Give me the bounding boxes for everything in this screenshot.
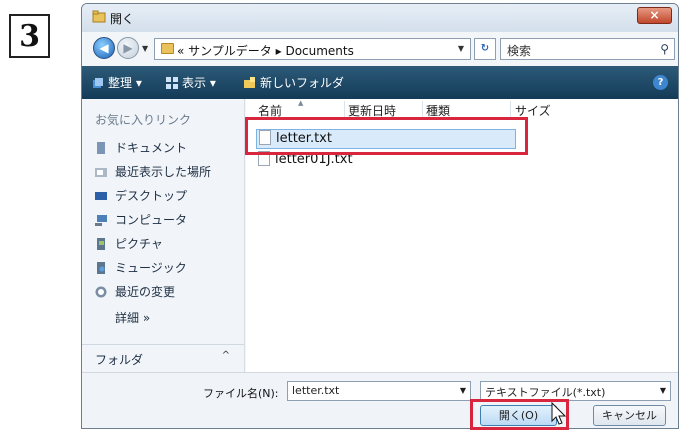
address-bar[interactable]: « サンプルデータ ▸ Documents ▼ xyxy=(154,38,471,60)
back-button[interactable]: ◀ xyxy=(93,37,115,59)
recent-places-icon xyxy=(95,168,107,177)
search-input[interactable]: 検索 ⚲ xyxy=(500,38,675,60)
open-folder-icon xyxy=(92,10,106,23)
more-links-button[interactable]: 詳細 » xyxy=(115,309,150,329)
sidebar-item-documents[interactable]: ドキュメント xyxy=(95,139,187,159)
sidebar-item-desktop[interactable]: デスクトップ xyxy=(95,187,187,207)
view-icon xyxy=(166,77,178,89)
organize-menu[interactable]: 整理 ▾ xyxy=(92,74,142,91)
sidebar-item-label: ピクチャ xyxy=(115,237,163,251)
forward-button[interactable]: ▶ xyxy=(117,37,139,59)
sidebar-item-recent-places[interactable]: 最近表示した場所 xyxy=(95,163,211,183)
step-number-badge: 3 xyxy=(9,14,50,58)
sidebar-item-label: ドキュメント xyxy=(115,141,188,155)
sidebar-item-computer[interactable]: コンピュータ xyxy=(95,211,187,231)
sidebar-item-label: デスクトップ xyxy=(115,189,188,203)
sidebar-item-recent-changes[interactable]: 最近の変更 xyxy=(95,283,175,303)
view-label: 表示 ▾ xyxy=(182,76,216,90)
view-menu[interactable]: 表示 ▾ xyxy=(166,74,216,91)
cancel-button[interactable]: キャンセル xyxy=(593,405,666,426)
pictures-icon xyxy=(97,238,105,250)
mouse-cursor-icon xyxy=(551,402,567,425)
sidebar-item-label: 最近表示した場所 xyxy=(115,165,212,179)
filetype-select[interactable]: テキストファイル(*.txt) ▼ xyxy=(480,381,671,401)
title-bar: 開く × xyxy=(82,4,678,32)
toolbar: 整理 ▾ 表示 ▾ 新しいフォルダ ? xyxy=(82,66,678,99)
sidebar-item-label: 最近の変更 xyxy=(115,285,176,299)
chevron-up-icon: ^ xyxy=(221,350,230,361)
sidebar-item-music[interactable]: ミュージック xyxy=(95,259,187,279)
filename-input[interactable]: letter.txt ▼ xyxy=(287,381,471,401)
filetype-value: テキストファイル(*.txt) xyxy=(485,386,606,399)
folders-label: フォルダ xyxy=(95,353,144,367)
sidebar-item-label: コンピュータ xyxy=(115,213,188,227)
window-title: 開く xyxy=(110,12,135,26)
address-path: « サンプルデータ ▸ Documents xyxy=(177,44,354,58)
navigation-pane: お気に入りリンク ドキュメント 最近表示した場所 デスクトップ コンピュータ ピ… xyxy=(82,99,245,372)
close-button[interactable]: × xyxy=(637,7,672,24)
refresh-icon: ↻ xyxy=(480,43,490,54)
address-dropdown-icon[interactable]: ▼ xyxy=(458,44,464,53)
address-row: ◀ ▶ ▼ « サンプルデータ ▸ Documents ▼ ↻ 検索 ⚲ xyxy=(82,34,678,64)
footer-panel: ファイル名(N): letter.txt ▼ テキストファイル(*.txt) ▼… xyxy=(82,372,678,428)
new-folder-label: 新しいフォルダ xyxy=(260,76,345,90)
sidebar-item-label: ミュージック xyxy=(115,261,187,275)
recent-changes-icon xyxy=(95,286,107,298)
open-file-dialog: 開く × ◀ ▶ ▼ « サンプルデータ ▸ Documents ▼ ↻ 検索 … xyxy=(81,3,679,429)
filename-value: letter.txt xyxy=(292,384,340,397)
more-links-label: 詳細 » xyxy=(115,311,151,325)
search-placeholder: 検索 xyxy=(507,44,532,58)
folder-icon xyxy=(161,43,174,54)
documents-icon xyxy=(97,142,105,154)
help-icon[interactable]: ? xyxy=(653,75,668,90)
step-number: 3 xyxy=(19,18,40,54)
favorites-header: お気に入りリンク xyxy=(95,113,192,127)
folders-toggle[interactable]: フォルダ ^ xyxy=(82,344,245,372)
refresh-button[interactable]: ↻ xyxy=(474,38,496,60)
computer-icon xyxy=(95,215,107,226)
sort-arrow-icon: ▲ xyxy=(298,99,304,107)
new-folder-button[interactable]: 新しいフォルダ xyxy=(244,74,344,91)
new-folder-icon xyxy=(244,77,255,88)
file-highlight-box xyxy=(245,117,528,155)
music-icon xyxy=(97,262,105,274)
sidebar-item-pictures[interactable]: ピクチャ xyxy=(95,235,163,255)
filetype-dropdown-icon: ▼ xyxy=(659,386,666,395)
desktop-icon xyxy=(95,192,107,200)
organize-label: 整理 ▾ xyxy=(108,76,142,90)
search-icon[interactable]: ⚲ xyxy=(660,42,669,56)
organize-icon xyxy=(93,78,103,88)
filename-dropdown-icon[interactable]: ▼ xyxy=(460,386,466,395)
history-dropdown-icon[interactable]: ▼ xyxy=(142,44,148,53)
filename-label: ファイル名(N): xyxy=(203,387,279,400)
